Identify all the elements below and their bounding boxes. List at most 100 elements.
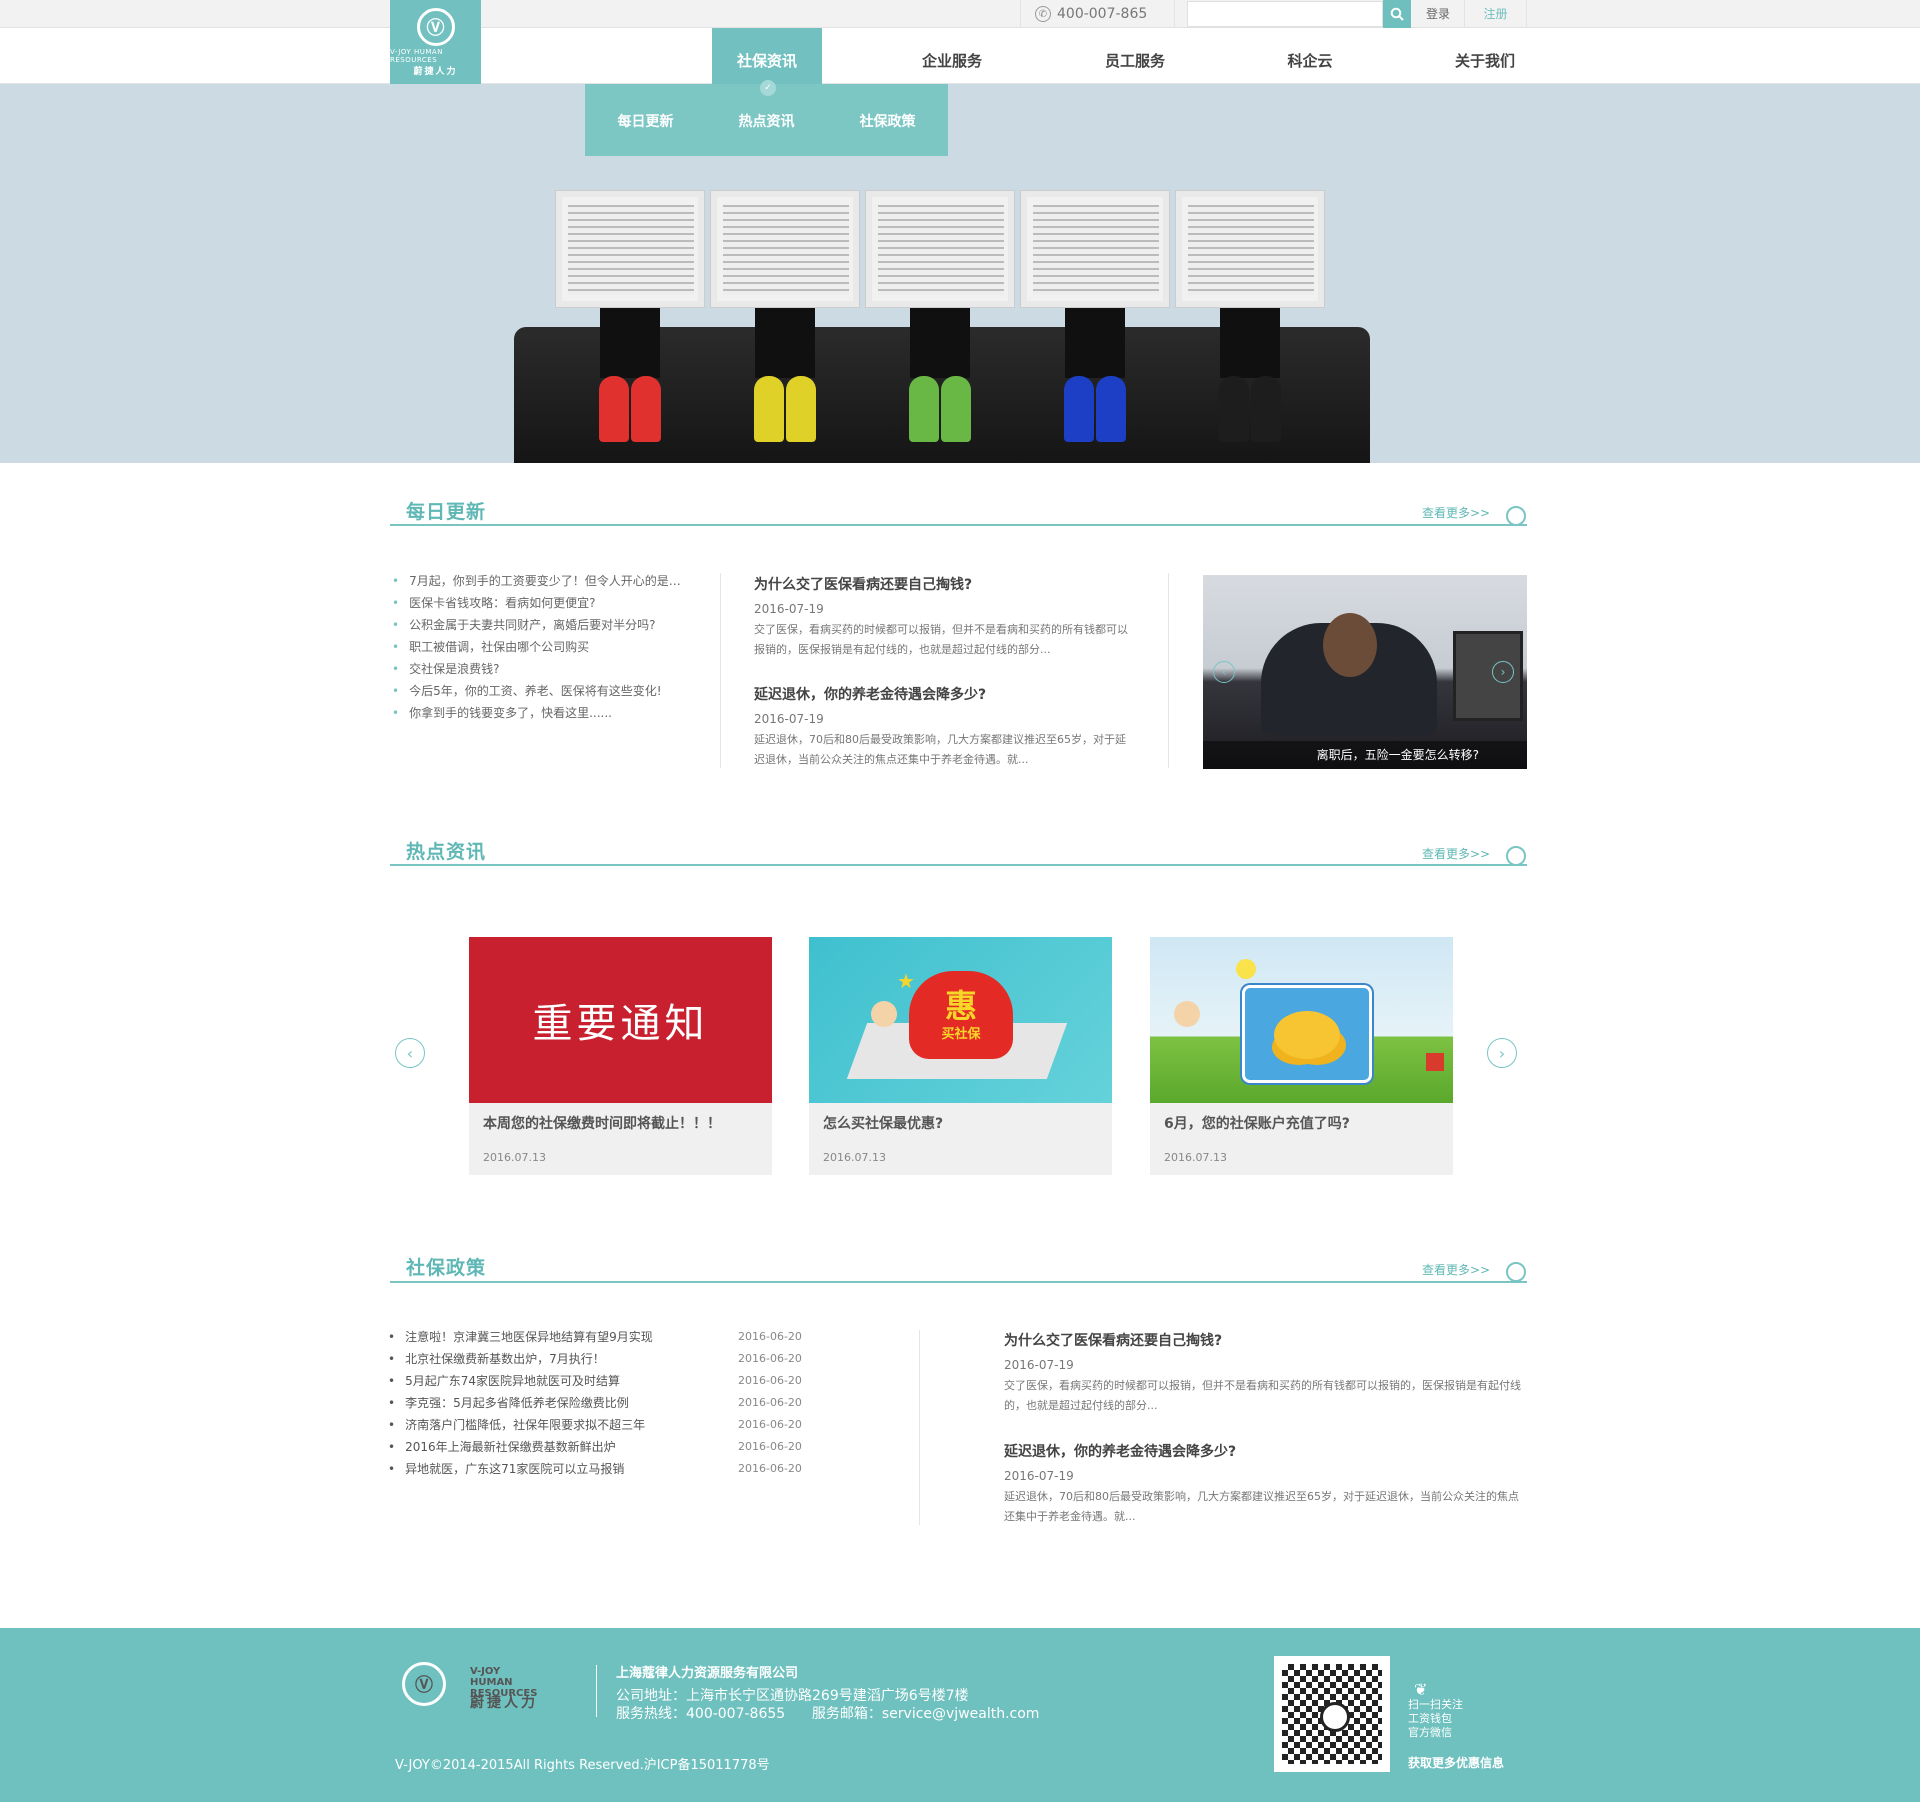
article-title[interactable]: 为什么交了医保看病还要自己掏钱? xyxy=(754,574,1134,594)
login-link[interactable]: 登录 xyxy=(1412,0,1465,28)
list-item[interactable]: 济南落户门槛降低，社保年限要求拟不超三年 2016-06-20 xyxy=(388,1414,808,1436)
chevron-right-icon[interactable]: › xyxy=(1487,1038,1517,1068)
hotline-number: 400-007-865 xyxy=(1057,6,1148,22)
search-icon xyxy=(1390,7,1404,21)
wechat-qr-code xyxy=(1274,1656,1390,1772)
newspaper-reader-image xyxy=(1020,190,1170,442)
qr-line: 工资钱包 xyxy=(1408,1712,1452,1725)
list-item-date: 2016-06-20 xyxy=(738,1352,802,1365)
hero-banner xyxy=(0,84,1920,463)
list-item[interactable]: 公积金属于夫妻共同财产，离婚后要对半分吗? xyxy=(392,614,692,636)
card-title[interactable]: 本周您的社保缴费时间即将截止！！！ xyxy=(483,1113,721,1133)
card-date: 2016.07.13 xyxy=(823,1151,886,1164)
list-item[interactable]: 李克强：5月起多省降低养老保险缴费比例 2016-06-20 xyxy=(388,1392,808,1414)
swirl-icon xyxy=(1506,1262,1526,1282)
list-item-title[interactable]: 北京社保缴费新基数出炉，7月执行！ xyxy=(388,1348,605,1370)
dropdown-item-daily-update[interactable]: 每日更新 xyxy=(585,84,706,156)
footer-logo-en1: V-JOY xyxy=(470,1666,501,1677)
list-item-title[interactable]: 异地就医，广东这71家医院可以立马报销 xyxy=(388,1458,624,1480)
column-divider xyxy=(919,1330,920,1525)
list-item[interactable]: 你拿到手的钱要变多了，快看这里...... xyxy=(392,702,692,724)
logo-mark-icon: Ⓥ xyxy=(416,7,455,46)
footer-logo[interactable]: Ⓥ V-JOY HUMAN RESOURCES 蔚捷人力 xyxy=(390,1658,580,1718)
nav-item-enterprise-service[interactable]: 企业服务 xyxy=(897,28,1007,84)
qr-cta: 获取更多优惠信息 xyxy=(1408,1756,1505,1770)
hotline: ✆ 400-007-865 xyxy=(1020,0,1175,28)
phone-icon: ✆ xyxy=(1035,6,1051,22)
logo-mark-icon: Ⓥ xyxy=(402,1662,446,1706)
list-item[interactable]: 2016年上海最新社保缴费基数新鲜出炉 2016-06-20 xyxy=(388,1436,808,1458)
section-title-policy: 社保政策 xyxy=(406,1257,487,1279)
qr-caption: 扫一扫关注 工资钱包 官方微信 xyxy=(1408,1698,1463,1740)
leaf-icon: ❦ xyxy=(1414,1680,1428,1699)
star-icon: ★ xyxy=(897,969,915,993)
article-title[interactable]: 为什么交了医保看病还要自己掏钱? xyxy=(1004,1330,1526,1350)
logo-cn: 蔚捷人力 xyxy=(413,66,458,77)
image-slider[interactable]: 离职后，五险一金要怎么转移? xyxy=(1203,575,1527,769)
list-item[interactable]: 今后5年，你的工资、养老、医保将有这些变化! xyxy=(392,680,692,702)
check-icon: ✓ xyxy=(760,80,776,96)
article-card[interactable]: 为什么交了医保看病还要自己掏钱? 2016-07-19 交了医保，看病买药的时候… xyxy=(1004,1330,1526,1416)
article-title[interactable]: 延迟退休，你的养老金待遇会降多少? xyxy=(1004,1441,1526,1461)
list-item-title[interactable]: 2016年上海最新社保缴费基数新鲜出炉 xyxy=(388,1436,616,1458)
list-item[interactable]: 北京社保缴费新基数出炉，7月执行！ 2016-06-20 xyxy=(388,1348,808,1370)
list-item[interactable]: 7月起，你到手的工资要变少了！但令人开心的是… xyxy=(392,570,692,592)
article-title[interactable]: 延迟退休，你的养老金待遇会降多少? xyxy=(754,684,1134,704)
list-item-title[interactable]: 注意啦！京津冀三地医保异地结算有望9月实现 xyxy=(388,1326,653,1348)
logo-en: V-JOY HUMAN RESOURCES xyxy=(390,47,443,64)
chevron-left-icon[interactable]: ‹ xyxy=(395,1038,425,1068)
column-divider xyxy=(720,573,721,768)
more-link-daily[interactable]: 查看更多>> xyxy=(1422,504,1490,521)
card-title[interactable]: 6月，您的社保账户充值了吗? xyxy=(1164,1113,1350,1133)
more-link-hot[interactable]: 查看更多>> xyxy=(1422,845,1490,862)
nav-item-social-security-news[interactable]: 社保资讯 xyxy=(712,28,822,84)
list-item[interactable]: 交社保是浪费钱? xyxy=(392,658,692,680)
list-item[interactable]: 异地就医，广东这71家医院可以立马报销 2016-06-20 xyxy=(388,1458,808,1480)
logo[interactable]: Ⓥ V-JOY HUMAN RESOURCES 蔚捷人力 xyxy=(390,0,481,84)
search-input[interactable] xyxy=(1187,1,1383,27)
list-item-date: 2016-06-20 xyxy=(738,1396,802,1409)
news-card[interactable]: 惠 买社保 ★ 怎么买社保最优惠? 2016.07.13 xyxy=(809,937,1112,1175)
swirl-icon xyxy=(1506,846,1526,866)
list-item-date: 2016-06-20 xyxy=(738,1462,802,1475)
news-card[interactable]: 6月，您的社保账户充值了吗? 2016.07.13 xyxy=(1150,937,1453,1175)
list-item[interactable]: 医保卡省钱攻略：看病如何更便宜? xyxy=(392,592,692,614)
article-date: 2016-07-19 xyxy=(754,602,824,616)
nav-item-keqi-cloud[interactable]: 科企云 xyxy=(1255,28,1365,84)
section-divider xyxy=(390,864,1527,866)
register-link[interactable]: 注册 xyxy=(1465,0,1527,28)
list-item-title[interactable]: 5月起广东74家医院异地就医可及时结算 xyxy=(388,1370,620,1392)
list-item-date: 2016-06-20 xyxy=(738,1330,802,1343)
search-button[interactable] xyxy=(1383,0,1411,28)
card-image: 重要通知 xyxy=(469,937,772,1103)
card-image: 惠 买社保 ★ xyxy=(809,937,1112,1103)
more-link-policy[interactable]: 查看更多>> xyxy=(1422,1261,1490,1278)
nav-item-employee-service[interactable]: 员工服务 xyxy=(1080,28,1190,84)
article-card[interactable]: 延迟退休，你的养老金待遇会降多少? 2016-07-19 延迟退休，70后和80… xyxy=(754,684,1134,770)
dropdown-item-policy[interactable]: 社保政策 xyxy=(827,84,948,156)
list-item-title[interactable]: 济南落户门槛降低，社保年限要求拟不超三年 xyxy=(388,1414,645,1436)
article-card[interactable]: 延迟退休，你的养老金待遇会降多少? 2016-07-19 延迟退休，70后和80… xyxy=(1004,1441,1526,1527)
company-name: 上海蔻律人力资源服务有限公司 xyxy=(616,1666,799,1681)
footer-logo-cn: 蔚捷人力 xyxy=(470,1695,538,1711)
newspaper-reader-image xyxy=(1175,190,1325,442)
list-item-date: 2016-06-20 xyxy=(738,1440,802,1453)
card-title[interactable]: 怎么买社保最优惠? xyxy=(823,1113,943,1133)
list-item[interactable]: 注意啦！京津冀三地医保异地结算有望9月实现 2016-06-20 xyxy=(388,1326,808,1348)
card-image-text: 惠 xyxy=(944,986,977,1025)
list-item-title[interactable]: 李克强：5月起多省降低养老保险缴费比例 xyxy=(388,1392,629,1414)
section-title-daily: 每日更新 xyxy=(406,501,487,523)
nav-item-about-us[interactable]: 关于我们 xyxy=(1430,28,1540,84)
article-summary: 延迟退休，70后和80后最受政策影响，几大方案都建议推迟至65岁，对于延迟退休，… xyxy=(754,733,1126,766)
slide-caption: 离职后，五险一金要怎么转移? xyxy=(1203,741,1527,769)
list-item[interactable]: 职工被借调，社保由哪个公司购买 xyxy=(392,636,692,658)
footer-divider xyxy=(596,1665,597,1717)
daily-list: 7月起，你到手的工资要变少了！但令人开心的是… 医保卡省钱攻略：看病如何更便宜?… xyxy=(392,570,692,724)
businessman-head xyxy=(1323,613,1377,677)
chevron-left-icon[interactable]: ‹ xyxy=(1213,661,1235,683)
list-item[interactable]: 5月起广东74家医院异地就医可及时结算 2016-06-20 xyxy=(388,1370,808,1392)
article-card[interactable]: 为什么交了医保看病还要自己掏钱? 2016-07-19 交了医保，看病买药的时候… xyxy=(754,574,1134,660)
news-card[interactable]: 重要通知 本周您的社保缴费时间即将截止！！！ 2016.07.13 xyxy=(469,937,772,1175)
chevron-right-icon[interactable]: › xyxy=(1492,661,1514,683)
card-image xyxy=(1150,937,1453,1103)
